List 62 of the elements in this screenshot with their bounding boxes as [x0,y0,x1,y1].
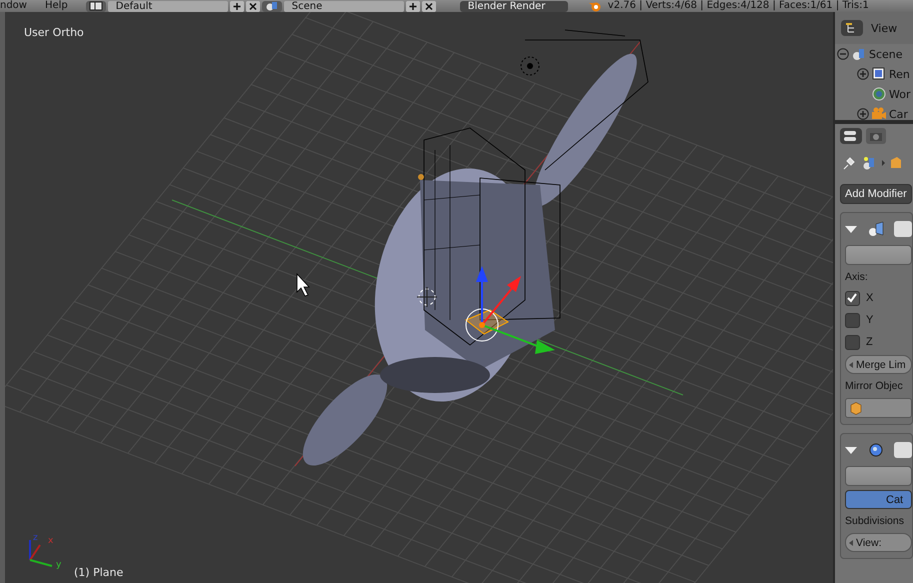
subdivision-type-button[interactable]: Cat [845,490,912,509]
axis-gizmo-drawing [29,540,52,567]
menu-item[interactable]: ndow [0,0,33,12]
scene-icon [851,47,867,61]
expand-toggle-icon[interactable] [857,68,869,80]
modifier-button[interactable] [845,466,912,486]
scene-icon [862,156,876,170]
layout-icon[interactable] [86,0,106,12]
checkbox-label: X [866,292,874,304]
outliner-item[interactable]: Car [889,108,908,120]
name-field[interactable] [894,442,912,458]
view-levels-field[interactable]: View: [845,533,912,552]
render-engine-dropdown[interactable]: Blender Render [460,0,568,12]
axis-label: y [56,560,62,570]
breadcrumb-arrow-icon [882,160,885,166]
collapse-triangle-icon[interactable] [845,226,857,232]
left-arrow-icon[interactable] [849,540,853,546]
3d-cursor-icon [416,286,438,308]
logo-icon [588,0,602,12]
scene-stats: v2.76 | Verts:4/68 | Edges:4/128 | Faces:1/61 | Tris:1 [608,0,869,12]
mirror-object-label: Mirror Objec [845,379,904,394]
axis-label: x [48,536,54,546]
screen-layout-field[interactable]: Default [108,0,228,12]
checkbox-label: Z [866,336,873,348]
name-field[interactable] [894,221,912,237]
menu-item[interactable]: Help [44,0,74,12]
outliner-item[interactable]: Ren [889,68,910,80]
view-label: User Ortho [24,26,84,39]
outliner-item[interactable]: Scene [869,48,903,60]
axis-checkbox[interactable] [845,334,860,350]
object-field[interactable] [845,398,912,418]
vertex-dot [418,174,424,180]
outliner-item[interactable]: Wor [889,88,910,100]
collapse-triangle-icon[interactable] [845,446,857,454]
left-arrow-icon[interactable] [849,362,853,368]
collapse-toggle-icon[interactable] [837,48,849,60]
scene-icon[interactable] [262,0,282,12]
image-icon [871,67,887,81]
editor-type-icon[interactable] [841,20,863,36]
axis-label: Axis: [845,270,869,285]
subdivisions-label: Subdivisions [845,514,905,529]
merge-limit-field[interactable]: Merge Lim [845,355,912,374]
axis-checkbox[interactable] [845,312,860,328]
axis-label: z [33,533,38,543]
expand-toggle-icon[interactable] [857,108,869,120]
pin-icon[interactable] [842,156,856,170]
transform-gizmo[interactable] [465,266,555,354]
mouse-pointer-icon [296,272,310,296]
add-modifier-dropdown[interactable]: Add Modifier [840,184,912,204]
subdivision-modifier-icon [867,442,884,458]
lamp-icon [520,56,540,76]
editor-type-icon[interactable] [840,128,862,144]
camera-icon [871,107,887,120]
axis-checkbox[interactable] [845,290,860,306]
scene-field[interactable]: Scene [284,0,404,12]
globe-icon [871,87,887,101]
menu-item[interactable]: View [871,22,898,34]
modifier-button[interactable] [845,245,912,265]
checkbox-label: Y [866,314,874,326]
mirror-modifier-icon [867,221,884,237]
3d-viewport[interactable]: User Ortho z x y (1) Plane [5,12,833,583]
object-label: (1) Plane [74,566,124,579]
